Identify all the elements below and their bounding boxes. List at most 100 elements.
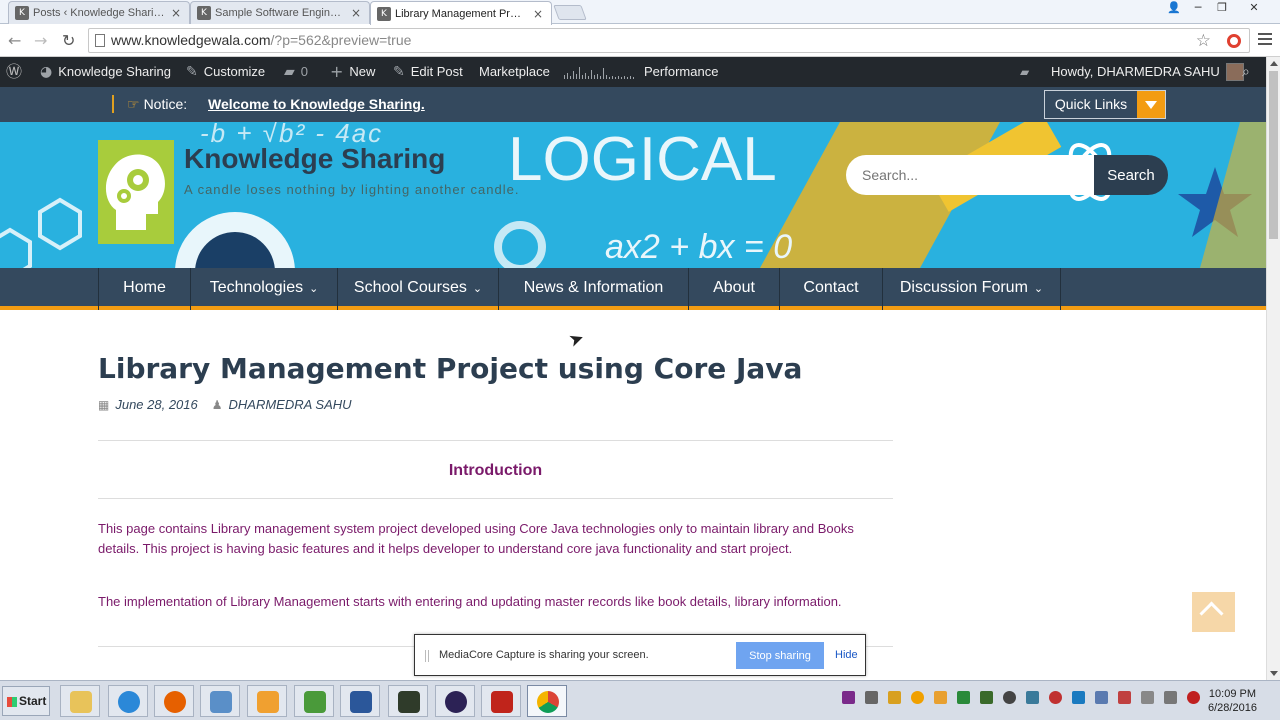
dashboard-icon: ◕ — [40, 64, 53, 80]
remote-desktop-icon[interactable] — [200, 685, 240, 717]
admin-search-icon[interactable]: ⌕ — [1242, 57, 1256, 87]
admin-marketplace-label: Marketplace — [479, 64, 550, 79]
nav-item-school-courses[interactable]: School Courses ⌄ — [337, 268, 498, 310]
restore-icon[interactable]: ❐ — [1210, 0, 1234, 16]
post-date[interactable]: June 28, 2016 — [115, 397, 197, 412]
user-profile-icon[interactable]: 👤 — [1162, 0, 1186, 16]
new-tab-button[interactable] — [553, 5, 587, 20]
firefox-icon[interactable] — [154, 685, 194, 717]
start-button[interactable]: Start — [2, 686, 50, 716]
notice-link[interactable]: Welcome to Knowledge Sharing. — [208, 96, 425, 112]
site-favicon-icon: K — [197, 6, 211, 20]
tab-library-management[interactable]: K Library Management Project × — [370, 1, 552, 25]
close-icon[interactable]: ✕ — [1234, 0, 1274, 16]
volume-icon[interactable] — [1187, 691, 1200, 704]
tab-posts[interactable]: K Posts ‹ Knowledge Sharing — × — [8, 1, 190, 24]
sync-tray-icon[interactable] — [1095, 691, 1108, 704]
eclipse-icon[interactable] — [435, 685, 475, 717]
admin-account-menu[interactable]: Howdy, DHARMEDRA SAHU — [1051, 57, 1244, 87]
hide-link[interactable]: Hide — [835, 649, 858, 661]
scroll-up-icon[interactable] — [1270, 61, 1278, 66]
drag-handle-icon[interactable] — [425, 650, 429, 662]
nav-item-technologies[interactable]: Technologies ⌄ — [190, 268, 337, 310]
notice-label: ☞ Notice: — [127, 96, 187, 113]
admin-customize-link[interactable]: ✎ Customize — [186, 57, 265, 87]
notice-bar: ☞ Notice: Welcome to Knowledge Sharing. Q… — [0, 87, 1266, 122]
tab-close-icon[interactable]: × — [533, 7, 543, 21]
error-tray-icon[interactable] — [1118, 691, 1131, 704]
site-logo[interactable] — [98, 140, 174, 244]
monitor-tray-icon[interactable] — [980, 691, 993, 704]
taskbar-clock[interactable]: 10:09 PM 6/28/2016 — [1208, 687, 1257, 715]
chevron-down-icon: ⌄ — [472, 282, 483, 295]
nav-item-news-information[interactable]: News & Information — [498, 268, 688, 310]
stop-sharing-button[interactable]: Stop sharing — [736, 642, 824, 669]
outlook-tray-icon[interactable] — [934, 691, 947, 704]
admin-edit-post-link[interactable]: ✎ Edit Post — [393, 57, 463, 87]
nav-item-home[interactable]: Home — [98, 268, 190, 310]
page-icon — [95, 34, 105, 47]
internet-explorer-icon[interactable] — [108, 685, 148, 717]
windows-taskbar: Start 10:09 PM 6/28/2016 — [0, 680, 1280, 720]
link-tray-icon[interactable] — [1072, 691, 1085, 704]
onenote-tray-icon[interactable] — [842, 691, 855, 704]
admin-comments-link[interactable]: ▰ 0 — [284, 57, 308, 87]
admin-performance-link[interactable]: Performance — [564, 57, 718, 87]
search-button[interactable]: Search — [1094, 155, 1168, 195]
scrollbar-thumb[interactable] — [1269, 71, 1278, 239]
acrobat-icon[interactable] — [481, 685, 521, 717]
minimize-icon[interactable]: ─ — [1186, 0, 1210, 16]
outlook-icon[interactable] — [247, 685, 287, 717]
word-icon[interactable] — [340, 685, 380, 717]
clock-date: 6/28/2016 — [1208, 702, 1257, 714]
search-input[interactable] — [846, 155, 1096, 195]
project-chart-icon[interactable] — [294, 685, 334, 717]
back-icon[interactable]: ← — [8, 31, 21, 50]
microphone-icon[interactable] — [865, 691, 878, 704]
plus-icon: + — [330, 62, 344, 81]
section-heading: Introduction — [448, 462, 543, 479]
media-tray-icon[interactable] — [1003, 691, 1016, 704]
forward-icon[interactable]: → — [34, 31, 47, 50]
calendar-icon: ▦ — [98, 397, 110, 412]
scroll-to-top-button[interactable] — [1192, 592, 1235, 632]
tab-close-icon[interactable]: × — [171, 6, 181, 20]
address-bar[interactable]: www.knowledgewala.com/?p=562&preview=tru… — [88, 28, 1250, 53]
signal-icon[interactable] — [1164, 691, 1177, 704]
bookmark-star-icon[interactable]: ☆ — [1196, 30, 1211, 53]
wordpress-logo-icon[interactable]: Ⓦ — [6, 57, 28, 87]
page-scrollbar[interactable] — [1266, 57, 1280, 680]
chrome-menu-icon[interactable] — [1258, 33, 1272, 48]
network-tray-icon[interactable] — [1026, 691, 1039, 704]
scroll-down-icon[interactable] — [1270, 671, 1278, 676]
terminal-icon[interactable] — [388, 685, 428, 717]
admin-new-label: New — [349, 64, 376, 79]
post-author[interactable]: DHARMEDRA SAHU — [229, 397, 352, 412]
admin-site-label: Knowledge Sharing — [58, 64, 171, 79]
quick-links-button[interactable]: Quick Links — [1044, 90, 1166, 119]
user-icon: ♟ — [211, 397, 223, 412]
post-meta: ▦ June 28, 2016 ♟ DHARMEDRA SAHU — [98, 397, 352, 412]
tab-sample-software[interactable]: K Sample Software Engineering × — [190, 1, 370, 24]
file-explorer-icon[interactable] — [60, 685, 100, 717]
admin-new-link[interactable]: + New — [330, 57, 375, 87]
nav-item-about[interactable]: About — [688, 268, 779, 310]
update-icon[interactable] — [911, 691, 924, 704]
site-title[interactable]: Knowledge Sharing — [184, 143, 445, 175]
admin-customize-label: Customize — [203, 64, 266, 79]
admin-marketplace-link[interactable]: Marketplace — [479, 57, 550, 87]
admin-notifications-icon[interactable]: ▰ — [1020, 57, 1035, 87]
tab-close-icon[interactable]: × — [351, 6, 361, 20]
shield-icon[interactable] — [888, 691, 901, 704]
nav-item-discussion-forum[interactable]: Discussion Forum ⌄ — [882, 268, 1061, 310]
recording-icon[interactable] — [1227, 34, 1241, 48]
admin-site-link[interactable]: ◕ Knowledge Sharing — [40, 57, 171, 87]
reload-icon[interactable]: ↻ — [62, 31, 75, 50]
app-tray-icon[interactable] — [957, 691, 970, 704]
security-tray-icon[interactable] — [1049, 691, 1062, 704]
nav-item-label: Home — [123, 279, 166, 296]
banner-equation-2: ax2 + bx = 0 — [605, 228, 793, 266]
chrome-icon[interactable] — [527, 685, 567, 717]
battery-icon[interactable] — [1141, 691, 1154, 704]
nav-item-contact[interactable]: Contact — [779, 268, 882, 310]
